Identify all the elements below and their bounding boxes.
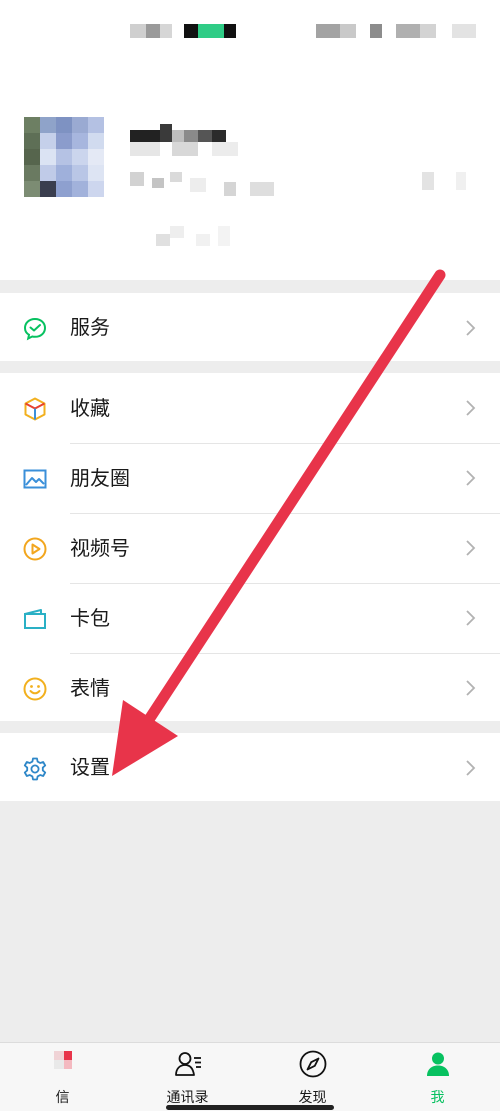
menu-item-card-wallet[interactable]: 卡包 — [0, 583, 500, 653]
moments-picture-icon — [22, 466, 48, 492]
status-pixel — [316, 24, 340, 38]
menu-item-moments[interactable]: 朋友圈 — [0, 443, 500, 513]
channels-play-icon — [22, 536, 48, 562]
menu-item-label: 视频号 — [70, 536, 130, 560]
status-pixel — [396, 24, 420, 38]
menu-item-services[interactable]: 服务 — [0, 293, 500, 361]
services-group: 服务 — [0, 293, 500, 361]
card-wallet-icon — [22, 606, 48, 632]
status-pixel — [370, 24, 382, 38]
menu-item-channels[interactable]: 视频号 — [0, 513, 500, 583]
status-pixel — [224, 24, 236, 38]
status-pixel — [420, 24, 436, 38]
gear-icon — [22, 756, 48, 782]
compass-icon — [298, 1049, 328, 1079]
status-bar — [0, 0, 500, 60]
features-group: 收藏 朋友圈 视频号 卡包 表情 — [0, 373, 500, 721]
status-pixel — [198, 24, 224, 38]
menu-item-favorites[interactable]: 收藏 — [0, 373, 500, 443]
status-pixel — [130, 24, 146, 38]
menu-item-stickers[interactable]: 表情 — [0, 653, 500, 723]
menu-item-label: 服务 — [70, 315, 110, 339]
tab-me[interactable]: 我 — [375, 1043, 500, 1111]
chevron-right-icon — [464, 539, 478, 557]
tab-label: 我 — [430, 1090, 445, 1106]
sticker-smile-icon — [22, 676, 48, 702]
tab-discover[interactable]: 发现 — [250, 1043, 375, 1111]
menu-item-label: 收藏 — [70, 396, 110, 420]
status-pixel — [160, 24, 172, 38]
chevron-right-icon — [464, 469, 478, 487]
menu-item-label: 卡包 — [70, 606, 110, 630]
profile-header[interactable] — [0, 60, 500, 280]
tab-label: 信 — [55, 1090, 70, 1106]
profile-status-redacted — [156, 220, 256, 250]
status-pixel — [184, 24, 198, 38]
chevron-right-icon — [464, 609, 478, 627]
chevron-right-icon — [464, 319, 478, 337]
tab-contacts[interactable]: 通讯录 — [125, 1043, 250, 1111]
menu-item-settings[interactable]: 设置 — [0, 733, 500, 801]
status-pixel — [146, 24, 160, 38]
settings-group: 设置 — [0, 733, 500, 801]
me-icon — [423, 1049, 453, 1079]
chat-icon — [48, 1049, 78, 1079]
tab-label: 发现 — [298, 1090, 327, 1106]
wechat-pay-icon — [22, 316, 48, 342]
avatar[interactable] — [24, 117, 104, 197]
contacts-icon — [173, 1049, 203, 1079]
chevron-right-icon — [464, 679, 478, 697]
profile-name-redacted — [130, 124, 240, 164]
profile-id-redacted — [130, 168, 480, 198]
menu-item-label: 设置 — [70, 755, 110, 779]
tab-chats[interactable]: 信 — [0, 1043, 125, 1111]
menu-item-label: 表情 — [70, 676, 110, 700]
status-pixel — [340, 24, 356, 38]
tab-label: 通讯录 — [166, 1090, 209, 1106]
home-indicator[interactable] — [166, 1105, 334, 1110]
menu-item-label: 朋友圈 — [70, 466, 130, 490]
chevron-right-icon — [464, 399, 478, 417]
tab-bar: 信 通讯录 发现 我 — [0, 1042, 500, 1111]
favorites-cube-icon — [22, 396, 48, 422]
chevron-right-icon — [464, 759, 478, 777]
status-pixel — [452, 24, 476, 38]
